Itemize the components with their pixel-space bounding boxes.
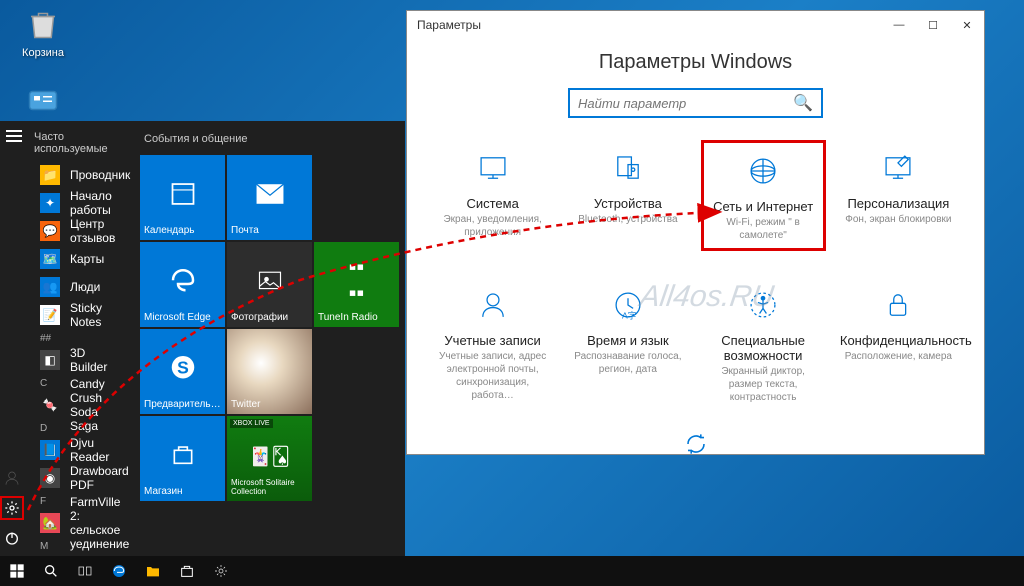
task-view-icon[interactable]: [68, 556, 102, 586]
category-privacy[interactable]: КонфиденциальностьРасположение, камера: [836, 277, 961, 410]
tile-tunein[interactable]: ▪▪▪▪TuneIn Radio: [314, 242, 399, 327]
maximize-button[interactable]: ☐: [916, 11, 950, 39]
taskbar-search-icon[interactable]: [34, 556, 68, 586]
tiles-header: События и общение: [144, 133, 395, 145]
taskbar: [0, 556, 1024, 586]
tile-calendar[interactable]: Календарь: [140, 155, 225, 240]
app-sticky[interactable]: 📝Sticky Notes: [24, 301, 134, 329]
app-drawboard[interactable]: ◉Drawboard PDF: [24, 464, 134, 492]
minimize-button[interactable]: —: [882, 11, 916, 39]
category-time-language[interactable]: A字 Время и языкРаспознавание голоса, рег…: [565, 277, 690, 410]
settings-window: Параметры — ☐ ✕ Параметры Windows 🔍 Сист…: [406, 10, 985, 455]
category-personalization[interactable]: ПерсонализацияФон, экран блокировки: [836, 140, 961, 251]
app-getstarted[interactable]: ✦Начало работы: [24, 189, 134, 217]
tile-store[interactable]: Магазин: [140, 416, 225, 501]
close-button[interactable]: ✕: [950, 11, 984, 39]
desktop-trash[interactable]: Корзина: [6, 4, 80, 59]
category-system[interactable]: СистемаЭкран, уведомления, приложения: [430, 140, 555, 251]
settings-icon[interactable]: [0, 496, 24, 520]
app-djvu[interactable]: 📘Djvu Reader: [24, 436, 134, 464]
taskbar-store[interactable]: [170, 556, 204, 586]
taskbar-edge[interactable]: [102, 556, 136, 586]
category-network[interactable]: Сеть и ИнтернетWi-Fi, режим " в самолете…: [701, 140, 826, 251]
svg-text:S: S: [177, 357, 189, 377]
tile-edge[interactable]: Microsoft Edge: [140, 242, 225, 327]
app-candycrush[interactable]: 🍬Candy Crush Soda Saga: [24, 391, 134, 419]
taskbar-explorer[interactable]: [136, 556, 170, 586]
start-menu: Часто используемые 📁Проводник ✦Начало ра…: [0, 121, 405, 556]
user-icon[interactable]: [0, 466, 24, 490]
frequently-used-header: Часто используемые: [24, 121, 134, 161]
settings-heading: Параметры Windows: [407, 51, 984, 74]
app-3dbuilder[interactable]: ◧3D Builder: [24, 346, 134, 374]
power-icon[interactable]: [0, 526, 24, 550]
tile-twitter[interactable]: Twitter: [227, 329, 312, 414]
app-farmville[interactable]: 🏡FarmVille 2: сельское уединение: [24, 509, 134, 537]
category-accounts[interactable]: Учетные записиУчетные записи, адрес элек…: [430, 277, 555, 410]
tile-solitaire[interactable]: XBOX LIVE 🃏🂮 Microsoft Solitaire Collect…: [227, 416, 312, 501]
taskbar-settings[interactable]: [204, 556, 238, 586]
category-ease-of-access[interactable]: Специальные возможностиЭкранный диктор, …: [701, 277, 826, 410]
app-maps[interactable]: 🗺️Карты: [24, 245, 134, 273]
app-people[interactable]: 👥Люди: [24, 273, 134, 301]
tile-photos[interactable]: Фотографии: [227, 242, 312, 327]
hamburger-icon[interactable]: [6, 129, 22, 147]
tile-mail[interactable]: Почта: [227, 155, 312, 240]
search-input[interactable]: [578, 96, 793, 111]
search-icon: 🔍: [793, 93, 813, 113]
app-explorer[interactable]: 📁Проводник: [24, 161, 134, 189]
svg-text:A字: A字: [622, 311, 636, 321]
update-icon[interactable]: [678, 428, 714, 460]
search-field[interactable]: 🔍: [568, 88, 823, 118]
category-devices[interactable]: УстройстваBluetooth, устройства: [565, 140, 690, 251]
app-feedback[interactable]: 💬Центр отзывов: [24, 217, 134, 245]
start-button[interactable]: [0, 556, 34, 586]
tile-skype[interactable]: SПредваритель…: [140, 329, 225, 414]
